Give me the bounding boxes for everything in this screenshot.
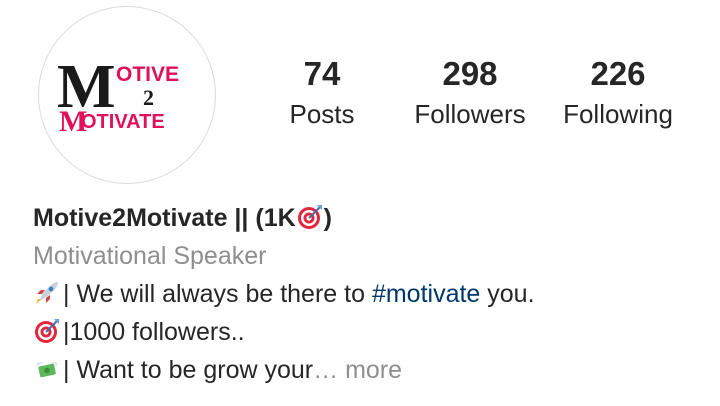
profile-bio: Motive2Motivate || (1K ) Motivational Sp…: [33, 199, 703, 389]
logo-word-top: OTIVE: [116, 63, 179, 86]
profile-name-text: Motive2Motivate || (1K: [33, 204, 296, 232]
following-count: 226: [590, 55, 646, 92]
bio-line-1-text: | We will always be there to: [63, 280, 372, 308]
following-stat[interactable]: 226 Following: [552, 52, 684, 132]
profile-category: Motivational Speaker: [33, 242, 267, 270]
motive2motivate-logo: M OTIVE 2 M OTIVATE: [57, 53, 179, 138]
bio-line-2-text: |1000 followers..: [63, 318, 245, 346]
bio-line-2: |1000 followers..: [33, 313, 703, 351]
followers-label: Followers: [414, 99, 526, 129]
posts-label: Posts: [289, 99, 355, 129]
logo-number: 2: [143, 85, 154, 110]
target-icon: [296, 203, 324, 231]
profile-header: M OTIVE 2 M OTIVATE 74 Posts 298 Followe…: [0, 0, 720, 406]
posts-count: 74: [303, 55, 341, 92]
profile-avatar[interactable]: M OTIVE 2 M OTIVATE: [38, 6, 216, 184]
bio-line-3-text: | Want to be grow your: [63, 356, 314, 384]
profile-name-suffix: ): [323, 204, 332, 232]
bio-line-1-end: you.: [480, 280, 535, 308]
more-link[interactable]: … more: [313, 356, 402, 384]
followers-stat[interactable]: 298 Followers: [405, 52, 535, 132]
followers-count: 298: [442, 55, 498, 92]
rocket-icon: [33, 279, 61, 307]
hashtag-link[interactable]: #motivate: [372, 280, 480, 308]
target-icon: [33, 317, 61, 345]
profile-name: Motive2Motivate || (1K ): [33, 199, 703, 237]
logo-word-bottom: OTIVATE: [81, 111, 165, 133]
posts-stat[interactable]: 74 Posts: [272, 52, 372, 132]
money-with-wings-icon: [33, 355, 61, 383]
bio-line-3: | Want to be grow your… more: [33, 351, 703, 389]
following-label: Following: [563, 99, 673, 129]
bio-line-1: | We will always be there to #motivate y…: [33, 275, 703, 313]
